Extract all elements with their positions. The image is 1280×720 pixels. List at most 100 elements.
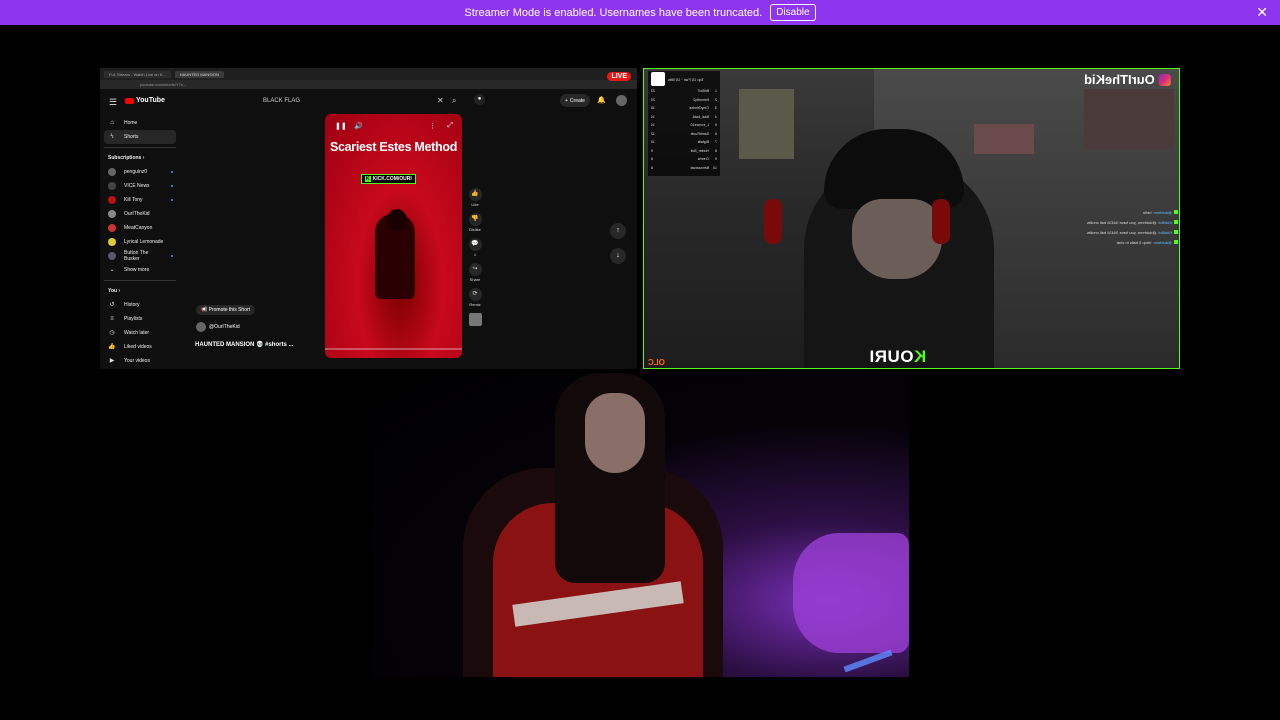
video-progress-bar[interactable] (325, 348, 462, 350)
leaderboard-rank: 10 (713, 165, 717, 170)
chat-badge-icon (1174, 210, 1178, 214)
sidebar-item-home[interactable]: ⌂ Home (104, 116, 176, 130)
short-channel[interactable]: @OurITheKid (196, 322, 240, 332)
short-action-bar: 👍 Like 👎 Dislike 💬 1 ↪ Share ⟳ Remix (466, 188, 484, 326)
headphone-left (764, 199, 782, 244)
you-heading-label: You (108, 288, 118, 294)
fullscreen-icon[interactable]: ⤢ (447, 122, 453, 130)
corner-tag: OLC (648, 358, 665, 367)
comments-button[interactable]: 💬 1 (466, 238, 484, 257)
hamburger-menu-icon[interactable]: ☰ (109, 97, 117, 108)
leaderboard-row: 3 GmyGrindse 18 (648, 104, 720, 113)
bits-leaderboard: Top 10 Fan · 10 Bits 1 BrtBoi7 23 2 Kenneth… (648, 71, 720, 176)
playlists-icon: ≡ (110, 316, 114, 322)
promote-short-button[interactable]: 📢 Promote this Short (196, 305, 256, 315)
promote-label: Promote this Short (208, 307, 251, 313)
sidebar-item-label: History (124, 302, 140, 308)
purple-light-glow (793, 533, 909, 653)
shorts-icon: ϟ (110, 134, 114, 140)
volume-icon[interactable]: 🔊 (354, 122, 363, 130)
leaderboard-name: Bigfalls (697, 140, 709, 145)
subscription-item[interactable]: penguinz0 (104, 165, 176, 179)
sidebar-item-playlists[interactable]: ≡ Playlists (104, 312, 176, 326)
share-button[interactable]: ↪ Share (466, 263, 484, 282)
browser-url-bar[interactable]: youtube.com/shorts/Y7x... (100, 80, 637, 89)
next-short-button[interactable]: ↓ (610, 248, 626, 264)
live-badge: LIVE (607, 72, 631, 81)
browser-capture-panel: Fu1 Stream - Watch Live on K... HAUNTED … (100, 68, 637, 369)
leaderboard-row: 8 Hunter_Boll 9 (648, 147, 720, 156)
youtube-header: ☰ YouTube BLACK FLAG ✕ ⌕ ● + Create 🔔 (100, 91, 637, 113)
kick-url-tag: K KICK.COM/OURI (361, 174, 416, 184)
leaderboard-rank: 6 (715, 131, 717, 136)
leaderboard-header: Top 10 Fan · 10 Bits (648, 71, 720, 87)
thumbs-down-icon: 👎 (468, 213, 482, 226)
chat-username: KickBot (1158, 219, 1172, 225)
leaderboard-name: Kennethj2 (693, 97, 709, 102)
leaderboard-rank: 1 (715, 89, 717, 94)
sound-thumbnail[interactable] (468, 313, 482, 326)
sidebar-item-liked-videos[interactable]: 👍 Liked videos (104, 340, 176, 354)
home-icon: ⌂ (110, 120, 114, 126)
leaderboard-row: 4 Baal_bab1 14 (648, 113, 720, 122)
you-heading[interactable]: You › (104, 284, 176, 298)
remix-button[interactable]: ⟳ Remix (466, 288, 484, 307)
subscriptions-heading[interactable]: Subscriptions › (104, 151, 176, 165)
sidebar-divider (104, 280, 176, 281)
brand-logo-rest: OURI (869, 347, 914, 366)
leaderboard-name: L_eoncre10 (690, 123, 710, 128)
brand-logo-k: K (913, 347, 927, 366)
leaderboard-rank: 4 (715, 114, 717, 119)
shorts-video-player[interactable]: ❚❚ 🔊 ⋮ ⤢ Scariest Estes Method K KICK.CO… (325, 114, 462, 358)
chat-message: KickBot @dubhmn, you have 34434 ball cred… (1038, 227, 1178, 237)
account-avatar[interactable] (616, 95, 627, 106)
wall-poster (1084, 89, 1174, 149)
subscription-item[interactable]: OurITheKid (104, 207, 176, 221)
chat-text: @dubhmn, you have 34434 ball credits (1087, 219, 1157, 225)
search-input[interactable]: BLACK FLAG (258, 95, 446, 109)
leaderboard-name: SambRoofe (690, 131, 709, 136)
video-figure-head (387, 209, 407, 231)
browser-tab[interactable]: Fu1 Stream - Watch Live on K... (104, 70, 171, 78)
pause-icon[interactable]: ❚❚ (335, 122, 347, 130)
channel-avatar (108, 168, 116, 176)
dislike-label: Dislike (469, 227, 481, 232)
thumbs-up-icon: 👍 (468, 188, 482, 201)
leaderboard-count: 8 (651, 165, 653, 170)
search-icon[interactable]: ⌕ (452, 96, 456, 106)
sidebar-item-history[interactable]: ↺ History (104, 298, 176, 312)
show-more-button[interactable]: ⌄ Show more (104, 263, 176, 277)
microphone-icon[interactable]: ● (474, 94, 485, 105)
subscription-item[interactable]: Button The Busker (104, 249, 176, 263)
close-icon[interactable]: ✕ (1256, 4, 1268, 21)
person-face (585, 393, 645, 473)
sidebar-item-your-videos[interactable]: ▶ Your videos (104, 354, 176, 368)
chat-username: @dubhmn (1153, 239, 1172, 245)
clear-search-icon[interactable]: ✕ (437, 96, 444, 105)
sidebar-item-shorts[interactable]: ϟ Shorts (104, 130, 176, 144)
create-button[interactable]: + Create (560, 94, 590, 107)
leaderboard-name: Bennawrast (690, 165, 709, 170)
new-content-dot (171, 199, 173, 201)
subscription-item[interactable]: MeatCanyon (104, 221, 176, 235)
like-button[interactable]: 👍 Like (466, 188, 484, 207)
previous-short-button[interactable]: ↑ (610, 223, 626, 239)
short-video-title[interactable]: HAUNTED MANSION 💀 #shorts ... (195, 341, 293, 348)
share-label: Share (469, 277, 481, 282)
subscription-item[interactable]: VICE News (104, 179, 176, 193)
subscription-item[interactable]: Lyrical Lemonade (104, 235, 176, 249)
leaderboard-logo (651, 72, 665, 86)
megaphone-icon: 📢 (201, 307, 208, 313)
notifications-bell-icon[interactable]: 🔔 (597, 96, 606, 104)
leaderboard-row: 9 Creehs 8 (648, 155, 720, 164)
subscription-label: OurITheKid (124, 211, 150, 217)
dislike-button[interactable]: 👎 Dislike (466, 213, 484, 232)
sidebar-item-watch-later[interactable]: ◷ Watch later (104, 326, 176, 340)
chat-text: !drop 5 balls in chat (1116, 239, 1152, 245)
browser-tab-active[interactable]: HAUNTED MANSION (174, 70, 224, 78)
headphone-right (932, 199, 950, 244)
youtube-logo[interactable]: YouTube (125, 97, 165, 104)
subscription-item[interactable]: Kill Tony (104, 193, 176, 207)
more-options-icon[interactable]: ⋮ (429, 122, 436, 130)
disable-streamer-mode-button[interactable]: Disable (770, 4, 816, 21)
